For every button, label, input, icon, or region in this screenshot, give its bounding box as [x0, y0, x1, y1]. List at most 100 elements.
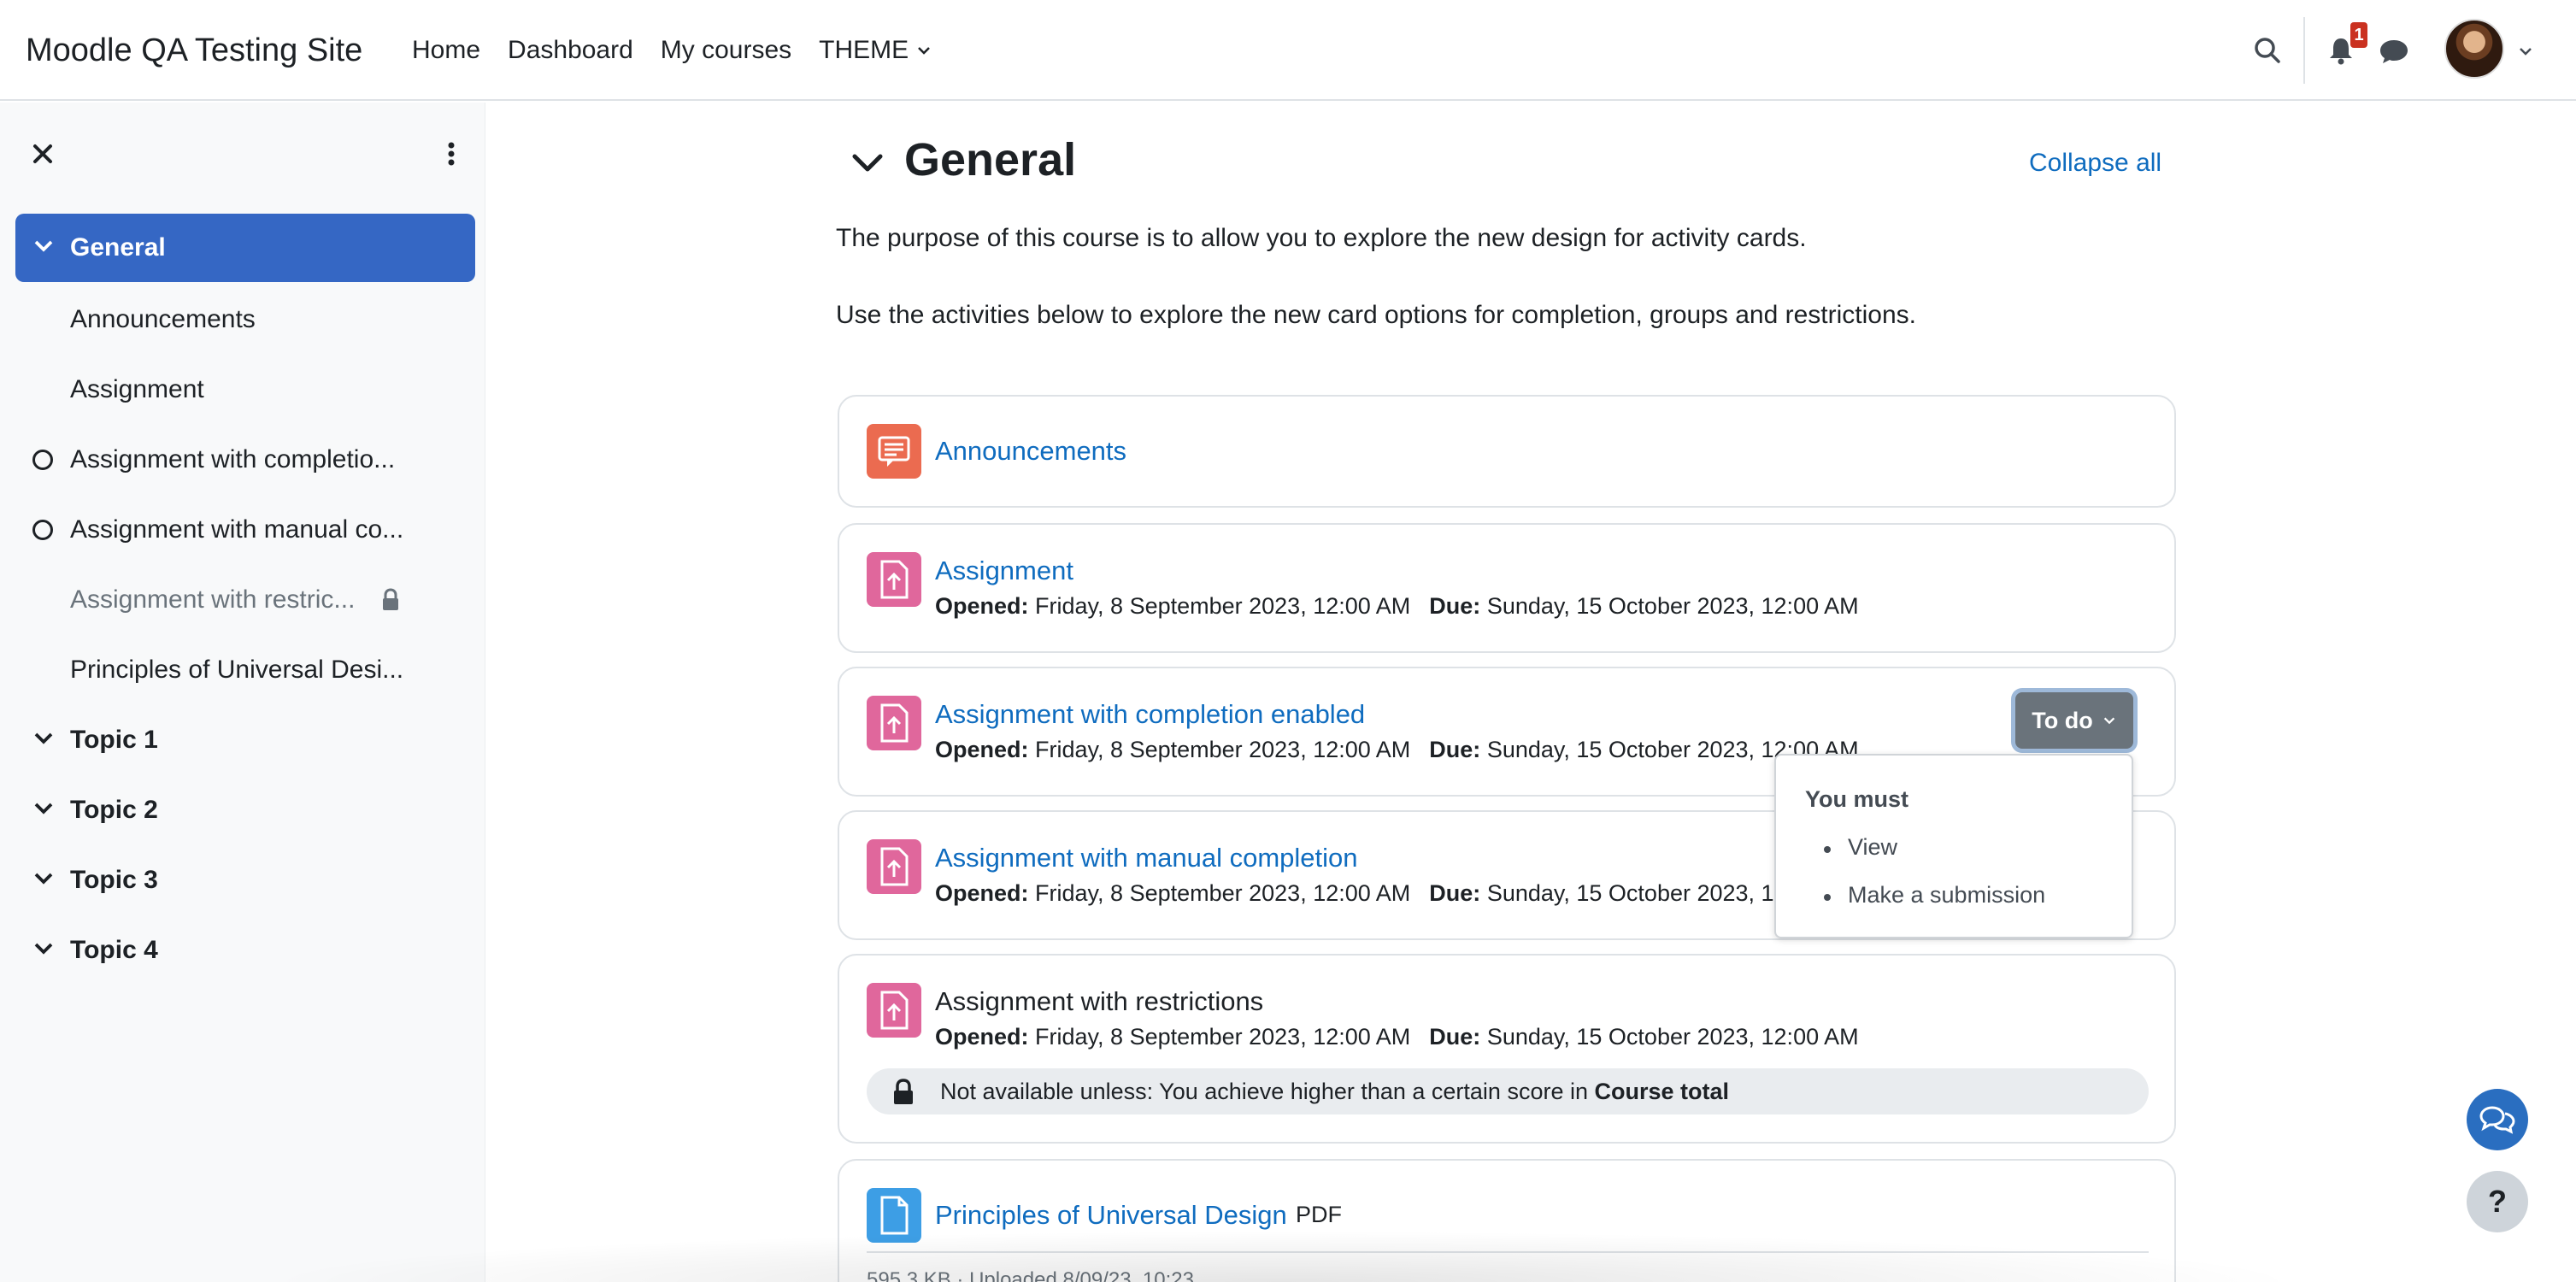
primary-navigation: Home Dashboard My courses THEME — [412, 0, 932, 101]
nav-dashboard[interactable]: Dashboard — [508, 36, 633, 65]
kebab-icon[interactable] — [434, 137, 468, 171]
drawer-section-topic-4[interactable]: Topic 4 — [15, 916, 475, 985]
activity-link[interactable]: Assignment with manual completion — [935, 843, 1358, 873]
activity-dates: Opened: Friday, 8 September 2023, 12:00 … — [935, 1024, 1859, 1050]
bullet-icon — [1824, 846, 1831, 853]
messaging-drawer-button[interactable] — [2467, 1089, 2528, 1150]
user-menu-chevron-icon[interactable] — [2513, 34, 2538, 68]
due-value: Sunday, 15 October 2023, 12:00 AM — [1486, 1024, 1859, 1050]
file-type-tag: PDF — [1296, 1202, 1342, 1227]
activity-card-assignment: Assignment Opened: Friday, 8 September 2… — [838, 523, 2176, 653]
drawer-item-label: Announcements — [70, 305, 256, 333]
close-icon[interactable] — [26, 137, 60, 171]
chat-bubbles-icon — [2479, 1106, 2515, 1134]
drawer-item-assignment-with-restrictions[interactable]: Assignment with restric... — [15, 566, 475, 634]
drawer-section-general[interactable]: General — [15, 214, 475, 282]
section-summary-line: Use the activities below to explore the … — [836, 301, 1916, 329]
activity-link[interactable]: Assignment with completion enabled — [935, 699, 1365, 730]
user-avatar[interactable] — [2444, 19, 2504, 79]
activity-card-principles: Principles of Universal Design 595.3 KB … — [838, 1159, 2176, 1282]
completion-status-icon — [32, 520, 53, 540]
opened-value: Friday, 8 September 2023, 12:00 AM — [1035, 593, 1411, 619]
activity-dates: Opened: Friday, 8 September 2023, 12:00 … — [935, 880, 1859, 907]
restriction-target: Course total — [1594, 1078, 1730, 1104]
due-label: Due: — [1429, 593, 1481, 619]
help-icon: ? — [2488, 1184, 2507, 1219]
section-title: General — [904, 134, 1077, 185]
activity-card-assignment-restrictions: Assignment with restrictions Opened: Fri… — [838, 954, 2176, 1144]
search-icon[interactable] — [2248, 31, 2287, 70]
top-navbar: Moodle QA Testing Site Home Dashboard My… — [0, 0, 2576, 101]
chevron-down-icon[interactable] — [31, 726, 56, 752]
completion-todo-label: To do — [2032, 707, 2093, 733]
nav-theme-label: THEME — [819, 36, 909, 64]
drawer-item-assignment-with-manual-completion[interactable]: Assignment with manual co... — [15, 496, 475, 564]
chevron-down-icon — [918, 47, 931, 55]
activity-name: Assignment with restrictions — [935, 986, 1264, 1016]
drawer-item-label: Topic 1 — [70, 726, 158, 754]
drawer-item-label: Assignment with restric... — [70, 585, 356, 614]
chevron-down-icon[interactable] — [31, 234, 56, 260]
lock-icon — [383, 588, 398, 610]
restriction-info: Not available unless: You achieve higher… — [867, 1068, 2149, 1114]
drawer-item-assignment-with-completion[interactable]: Assignment with completio... — [15, 426, 475, 494]
activity-link[interactable]: Assignment — [935, 556, 1073, 586]
bullet-icon — [1824, 894, 1831, 901]
file-icon — [867, 1188, 921, 1243]
drawer-item-principles[interactable]: Principles of Universal Desi... — [15, 636, 475, 704]
drawer-item-label: Topic 4 — [70, 936, 158, 964]
assignment-icon — [867, 983, 921, 1038]
completion-requirements-popover: You must View Make a submission — [1774, 754, 2133, 938]
opened-label: Opened: — [935, 737, 1029, 762]
drawer-item-announcements[interactable]: Announcements — [15, 285, 475, 354]
nav-home[interactable]: Home — [412, 36, 480, 65]
popover-heading: You must — [1805, 786, 1908, 812]
drawer-item-label: Assignment with manual co... — [70, 515, 404, 544]
activity-dates: Opened: Friday, 8 September 2023, 12:00 … — [935, 737, 1859, 763]
activity-link[interactable]: Announcements — [935, 436, 1126, 467]
drawer-section-topic-1[interactable]: Topic 1 — [15, 706, 475, 774]
due-value: Sunday, 15 October 2023, 12:00 AM — [1486, 593, 1859, 619]
drawer-item-assignment[interactable]: Assignment — [15, 356, 475, 424]
activity-card-announcements: Announcements — [838, 395, 2176, 508]
section-collapse-chevron-icon[interactable] — [846, 142, 889, 185]
course-index-drawer: General Announcements Assignment Assignm… — [0, 103, 485, 1282]
completion-status-icon — [32, 450, 53, 470]
opened-label: Opened: — [935, 593, 1029, 619]
chevron-down-icon[interactable] — [31, 867, 56, 892]
opened-value: Friday, 8 September 2023, 12:00 AM — [1035, 737, 1411, 762]
drawer-item-label: General — [70, 233, 166, 262]
drawer-item-label: Topic 3 — [70, 866, 158, 894]
collapse-all-link[interactable]: Collapse all — [2029, 149, 2161, 178]
nav-my-courses[interactable]: My courses — [661, 36, 791, 65]
restriction-prefix: Not available unless: You achieve higher… — [940, 1078, 1595, 1104]
nav-divider — [2303, 17, 2305, 84]
drawer-section-topic-3[interactable]: Topic 3 — [15, 846, 475, 914]
assignment-icon — [867, 839, 921, 894]
due-label: Due: — [1429, 1024, 1481, 1050]
opened-label: Opened: — [935, 1024, 1029, 1050]
completion-todo-button[interactable]: To do — [2015, 692, 2133, 749]
chevron-down-icon[interactable] — [31, 797, 56, 822]
site-name[interactable]: Moodle QA Testing Site — [26, 0, 362, 101]
assignment-icon — [867, 552, 921, 607]
drawer-item-label: Assignment with completio... — [70, 445, 396, 473]
help-button[interactable]: ? — [2467, 1171, 2528, 1232]
requirement-item: View — [1848, 834, 1898, 860]
due-label: Due: — [1429, 880, 1481, 906]
activity-link[interactable]: Principles of Universal Design — [935, 1200, 1287, 1231]
nav-theme-dropdown[interactable]: THEME — [819, 36, 932, 65]
opened-value: Friday, 8 September 2023, 12:00 AM — [1035, 880, 1411, 906]
lock-icon — [894, 1079, 913, 1104]
opened-value: Friday, 8 September 2023, 12:00 AM — [1035, 1024, 1411, 1050]
drawer-item-label: Assignment — [70, 375, 204, 403]
chevron-down-icon — [2103, 717, 2114, 725]
requirement-item: Make a submission — [1848, 882, 2046, 908]
chevron-down-icon[interactable] — [31, 937, 56, 962]
drawer-section-topic-2[interactable]: Topic 2 — [15, 776, 475, 844]
card-divider — [867, 1251, 2149, 1253]
due-label: Due: — [1429, 737, 1481, 762]
chat-icon[interactable] — [2374, 31, 2414, 70]
opened-label: Opened: — [935, 880, 1029, 906]
drawer-item-label: Principles of Universal Desi... — [70, 656, 404, 684]
